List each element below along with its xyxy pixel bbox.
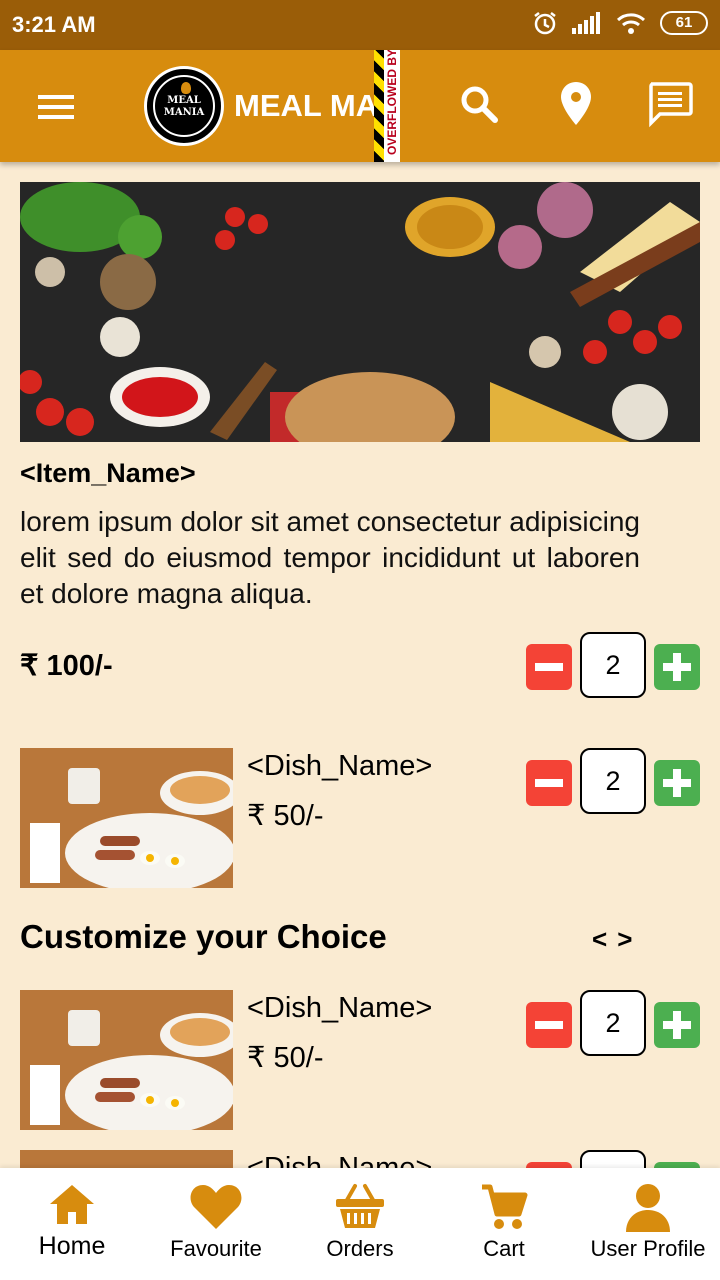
- dish-quantity-stepper: 2: [526, 748, 700, 814]
- overflow-warning: OVERFLOWED BY 1: [384, 50, 400, 162]
- nav-label-orders: Orders: [326, 1236, 394, 1261]
- logo-text-line1: MEAL: [167, 95, 201, 106]
- nav-item-cart[interactable]: Cart: [464, 1168, 544, 1280]
- flame-icon: [181, 82, 191, 94]
- chat-message-icon[interactable]: [646, 80, 694, 130]
- nav-label-favourite: Favourite: [170, 1236, 262, 1261]
- logo-text-line2: MANIA: [163, 107, 205, 118]
- breakfast-plate-image: [20, 990, 233, 1130]
- nav-item-user-profile[interactable]: User Profile: [582, 1168, 714, 1280]
- item-price: ₹ 100/-: [20, 650, 113, 682]
- quantity-value[interactable]: 2: [580, 990, 646, 1056]
- app-title: MEAL MANIA: [234, 88, 374, 123]
- basket-icon: [336, 1184, 384, 1228]
- nav-item-favourite[interactable]: Favourite: [160, 1168, 272, 1280]
- item-description: lorem ipsum dolor sit amet consectetur a…: [20, 506, 640, 609]
- signal-icon: [572, 12, 600, 34]
- nav-label-home: Home: [38, 1232, 106, 1260]
- breakfast-plate-image: [20, 748, 233, 888]
- cart-icon: [482, 1184, 528, 1229]
- search-icon[interactable]: [458, 80, 500, 130]
- overflow-warning-text: OVERFLOWED BY 1: [385, 50, 399, 155]
- dish-name: <Dish_Name>: [247, 992, 433, 1024]
- dish-price: ₹ 50/-: [247, 800, 324, 832]
- location-pin-icon[interactable]: [558, 80, 594, 130]
- status-icons: 61: [532, 10, 708, 36]
- logo-badge: MEAL MANIA: [153, 75, 215, 137]
- nav-label-user-profile: User Profile: [590, 1236, 706, 1261]
- decrease-quantity-button[interactable]: [526, 644, 572, 690]
- dish-image: [20, 748, 233, 888]
- user-icon: [626, 1184, 670, 1232]
- dish-quantity-stepper: 2: [526, 990, 700, 1056]
- bottom-navigation: Home Favourite Orders Cart User Profile: [0, 1168, 720, 1280]
- nav-item-orders[interactable]: Orders: [314, 1168, 406, 1280]
- app-bar: MEAL MANIA MEAL MANIA OVERFLOWED BY 1: [0, 50, 720, 162]
- increase-quantity-button[interactable]: [654, 1002, 700, 1048]
- app-title-container: MEAL MANIA: [234, 80, 374, 132]
- food-ingredients-image: [20, 182, 700, 442]
- status-time: 3:21 AM: [12, 12, 96, 37]
- customize-pager: < >: [592, 924, 632, 955]
- quantity-value[interactable]: 2: [580, 748, 646, 814]
- item-banner-image: [20, 182, 700, 442]
- quantity-value[interactable]: 2: [580, 632, 646, 698]
- decrease-quantity-button[interactable]: [526, 760, 572, 806]
- previous-button[interactable]: <: [592, 924, 607, 955]
- status-bar: 3:21 AM 61: [0, 0, 720, 50]
- dish-image: [20, 990, 233, 1130]
- dish-name: <Dish_Name>: [247, 750, 433, 782]
- nav-label-cart: Cart: [483, 1236, 525, 1261]
- wifi-icon: [616, 13, 646, 34]
- heart-icon: [190, 1185, 242, 1229]
- nav-item-home[interactable]: Home: [22, 1168, 122, 1280]
- item-name: <Item_Name>: [20, 458, 196, 488]
- dish-price: ₹ 50/-: [247, 1042, 324, 1074]
- home-icon: [50, 1185, 94, 1224]
- hamburger-menu-icon[interactable]: [34, 86, 78, 126]
- customize-section-title: Customize your Choice: [20, 918, 387, 955]
- app-logo: MEAL MANIA: [144, 66, 224, 146]
- increase-quantity-button[interactable]: [654, 644, 700, 690]
- decrease-quantity-button[interactable]: [526, 1002, 572, 1048]
- next-button[interactable]: >: [617, 924, 632, 955]
- item-quantity-stepper: 2: [526, 632, 700, 698]
- increase-quantity-button[interactable]: [654, 760, 700, 806]
- battery-icon: 61: [660, 11, 708, 35]
- overflow-warning-stripe: [374, 50, 384, 162]
- alarm-icon: [534, 12, 556, 35]
